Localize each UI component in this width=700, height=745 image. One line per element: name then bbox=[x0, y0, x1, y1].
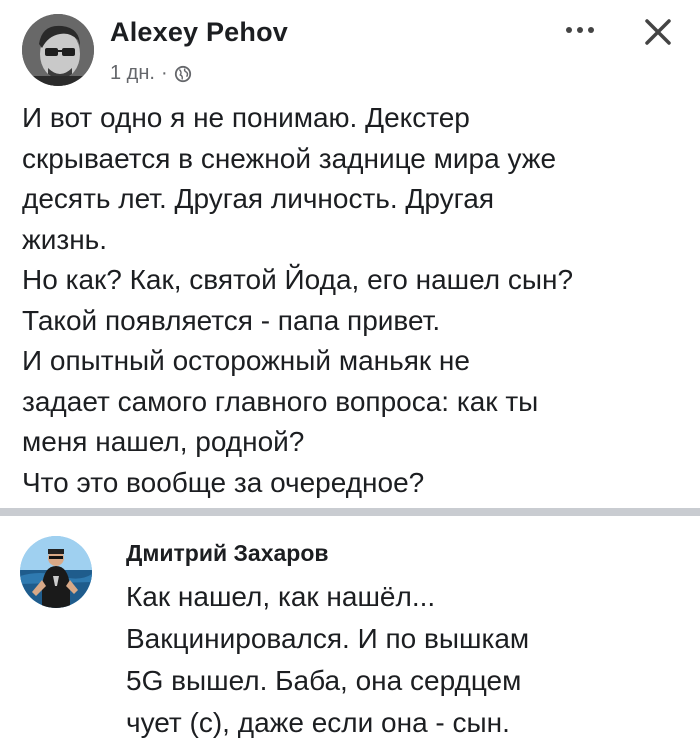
post-header: Alexey Pehov 1 дн. · bbox=[0, 0, 700, 92]
commenter-avatar[interactable] bbox=[20, 536, 92, 608]
post-text-line: задает самого главного вопроса: как ты bbox=[22, 385, 539, 417]
post-text-line: десять лет. Другая личность. Другая bbox=[22, 183, 494, 214]
close-icon bbox=[645, 19, 671, 45]
post-meta: 1 дн. · bbox=[110, 62, 192, 85]
post-text: И вот одно я не понимаю. Декстер скрывае… bbox=[22, 98, 682, 503]
meta-separator: · bbox=[160, 62, 168, 84]
commenter-name[interactable]: Дмитрий Захаров bbox=[126, 540, 329, 567]
globe-icon bbox=[174, 65, 191, 82]
post-text-line: И опытный осторожный маньяк не bbox=[22, 345, 470, 376]
close-button[interactable] bbox=[638, 12, 678, 52]
post-text-line: И вот одно я не понимаю. Декстер bbox=[22, 102, 470, 133]
comment-text: Как нашел, как нашёл... Вакцинировался. … bbox=[126, 576, 686, 744]
comment-text-line: Как нашел, как нашёл... bbox=[126, 581, 436, 612]
comment-text-line: чует (с), даже если она - сын. bbox=[126, 707, 510, 738]
post-text-line: Но как? Как, святой Йода, его нашел сын? bbox=[22, 264, 574, 295]
post-text-line: жизнь. bbox=[22, 223, 108, 255]
comment-text-line: Вакцинировался. И по вышкам bbox=[126, 623, 530, 654]
author-name[interactable]: Alexey Pehov bbox=[110, 17, 288, 48]
more-options-icon bbox=[566, 27, 594, 33]
author-photo bbox=[22, 14, 94, 86]
post-text-line: Такой появляется - папа привет. bbox=[22, 304, 441, 336]
post-text-line: меня нашел, родной? bbox=[22, 426, 305, 457]
post-text-line: Что это вообще за очередное? bbox=[22, 466, 425, 498]
commenter-photo bbox=[20, 536, 92, 608]
author-avatar[interactable] bbox=[22, 14, 94, 86]
comment: Дмитрий Захаров Как нашел, как нашёл... … bbox=[0, 516, 700, 745]
post-text-line: скрывается в снежной заднице мира уже bbox=[22, 142, 557, 174]
post-time[interactable]: 1 дн. bbox=[110, 62, 155, 85]
more-options-button[interactable] bbox=[563, 18, 597, 42]
section-divider bbox=[0, 508, 700, 516]
comment-text-line: 5G вышел. Баба, она сердцем bbox=[126, 665, 522, 696]
